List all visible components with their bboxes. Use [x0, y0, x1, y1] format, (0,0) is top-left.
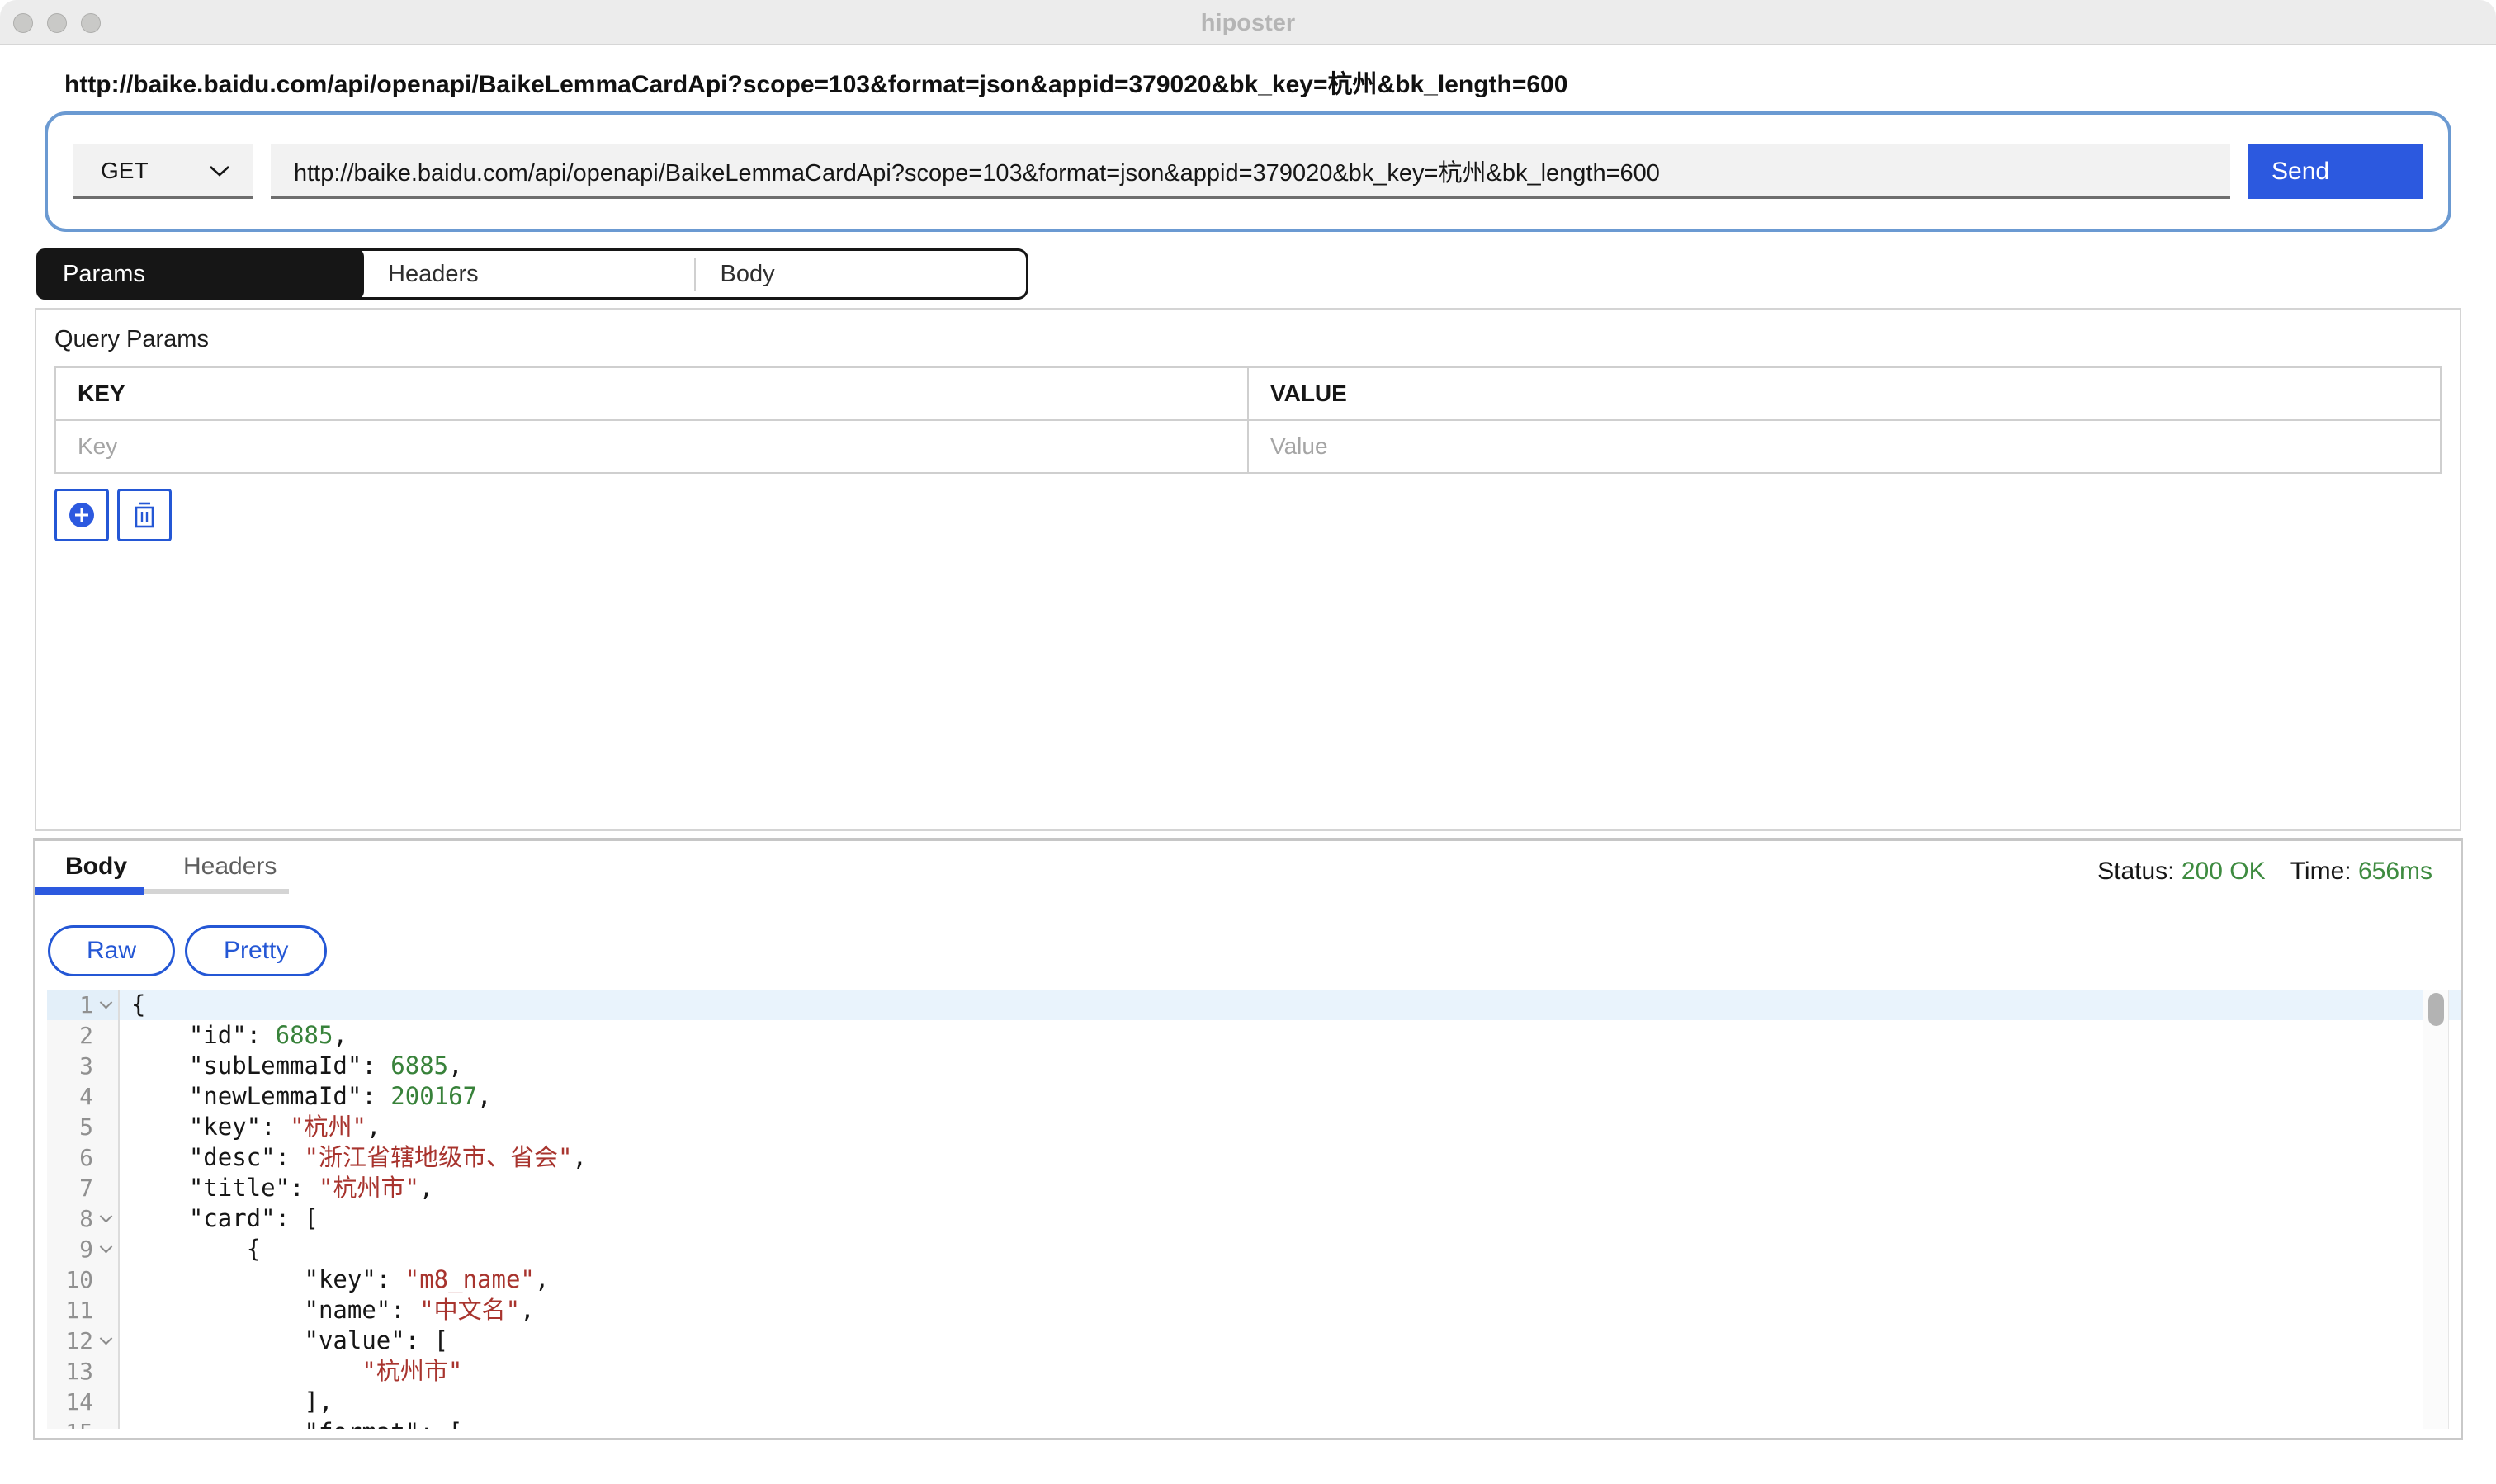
code-line: 12 "value": [: [47, 1326, 2461, 1356]
tab-body[interactable]: Body: [694, 251, 1027, 297]
line-number: 12: [47, 1326, 93, 1356]
time-label: Time:: [2290, 858, 2352, 885]
plus-circle-icon: [66, 499, 97, 531]
line-number: 15: [47, 1417, 93, 1429]
code-line: 3 "subLemmaId": 6885,: [47, 1051, 2461, 1081]
scrollbar[interactable]: [2423, 990, 2449, 1429]
line-number: 6: [47, 1142, 93, 1173]
response-body-viewer[interactable]: 1{2 "id": 6885,3 "subLemmaId": 6885,4 "n…: [47, 990, 2461, 1429]
line-number: 9: [47, 1234, 93, 1264]
line-number: 11: [47, 1295, 93, 1326]
method-select-value: GET: [101, 158, 149, 184]
line-number: 10: [47, 1264, 93, 1295]
code-line: 13 "杭州市": [47, 1356, 2461, 1387]
value-column-header: VALUE: [1248, 367, 2441, 420]
code-line: 15 "format": [: [47, 1417, 2461, 1429]
line-number: 4: [47, 1081, 93, 1112]
line-number: 3: [47, 1051, 93, 1081]
chevron-down-icon: [208, 164, 231, 177]
line-number: 14: [47, 1387, 93, 1417]
send-button[interactable]: Send: [2248, 144, 2423, 199]
code-line: 8 "card": [: [47, 1203, 2461, 1234]
fold-arrow-icon[interactable]: [93, 1336, 118, 1345]
code-line: 11 "name": "中文名",: [47, 1295, 2461, 1326]
window-titlebar: hiposter: [0, 0, 2496, 45]
code-line: 2 "id": 6885,: [47, 1020, 2461, 1051]
param-key-input[interactable]: [78, 433, 1226, 460]
code-line: 4 "newLemmaId": 200167,: [47, 1081, 2461, 1112]
table-row: [55, 420, 2441, 473]
query-params-title: Query Params: [54, 326, 2442, 353]
scrollbar-thumb[interactable]: [2428, 993, 2444, 1026]
tab-underline-track: [144, 889, 289, 894]
request-tabs: Params Headers Body: [36, 248, 1028, 300]
code-lines: 1{2 "id": 6885,3 "subLemmaId": 6885,4 "n…: [47, 990, 2461, 1429]
status-value: 200 OK: [2182, 858, 2266, 885]
add-row-button[interactable]: [54, 489, 109, 541]
trash-icon: [131, 500, 158, 530]
query-params-table: KEY VALUE: [54, 366, 2442, 474]
query-params-panel: Query Params KEY VALUE: [35, 308, 2461, 831]
code-line: 9 {: [47, 1234, 2461, 1264]
delete-row-button[interactable]: [117, 489, 172, 541]
time-value: 656ms: [2358, 858, 2432, 885]
line-number: 1: [47, 990, 93, 1020]
key-column-header: KEY: [55, 367, 1248, 420]
code-line: 7 "title": "杭州市",: [47, 1173, 2461, 1203]
request-bar: GET Send: [45, 111, 2451, 232]
param-value-input[interactable]: [1270, 433, 2418, 460]
fold-arrow-icon[interactable]: [93, 1245, 118, 1254]
line-number: 7: [47, 1173, 93, 1203]
fold-arrow-icon[interactable]: [93, 1000, 118, 1009]
url-input[interactable]: [271, 144, 2230, 199]
tab-headers[interactable]: Headers: [362, 251, 694, 297]
code-line: 6 "desc": "浙江省辖地级市、省会",: [47, 1142, 2461, 1173]
code-line: 5 "key": "杭州",: [47, 1112, 2461, 1142]
response-tab-headers[interactable]: Headers: [183, 853, 277, 881]
status-label: Status:: [2097, 858, 2174, 885]
response-tab-body[interactable]: Body: [65, 853, 127, 881]
code-line: 1{: [47, 990, 2461, 1020]
window-title: hiposter: [0, 10, 2496, 37]
method-select[interactable]: GET: [73, 144, 253, 199]
response-status: Status: 200 OK Time: 656ms: [2097, 858, 2432, 886]
tab-divider: [694, 258, 696, 291]
fold-arrow-icon[interactable]: [93, 1214, 118, 1223]
tab-params[interactable]: Params: [36, 248, 364, 300]
line-number: 8: [47, 1203, 93, 1234]
request-url-heading: http://baike.baidu.com/api/openapi/Baike…: [64, 64, 2496, 100]
code-line: 14 ],: [47, 1387, 2461, 1417]
raw-button[interactable]: Raw: [48, 925, 175, 976]
response-panel: Body Headers Status: 200 OK Time: 656ms …: [33, 838, 2463, 1440]
active-tab-underline: [35, 887, 144, 895]
line-number: 13: [47, 1356, 93, 1387]
line-number: 2: [47, 1020, 93, 1051]
pretty-button[interactable]: Pretty: [185, 925, 327, 976]
code-line: 10 "key": "m8_name",: [47, 1264, 2461, 1295]
line-number: 5: [47, 1112, 93, 1142]
